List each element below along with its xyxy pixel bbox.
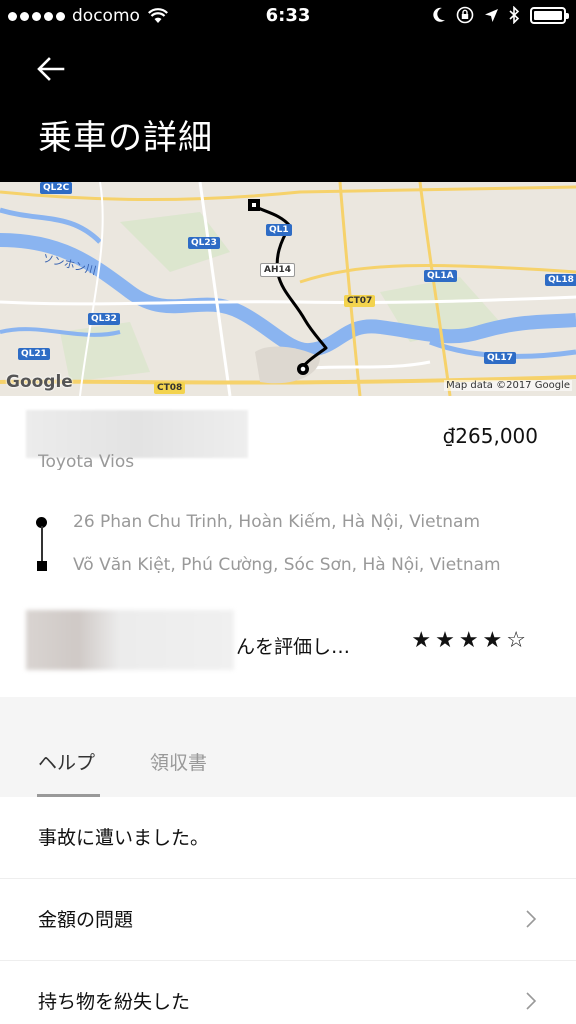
bluetooth-icon (509, 6, 520, 24)
google-logo: Google (6, 372, 73, 392)
road-label: QL18 (545, 274, 576, 286)
rating-prompt[interactable]: んを評価し… (236, 632, 350, 659)
chevron-right-icon (526, 992, 537, 1010)
driver-avatar-redacted (26, 610, 234, 670)
chevron-right-icon (526, 910, 537, 928)
road-label: QL1A (424, 270, 457, 282)
help-item-lost-item[interactable]: 持ち物を紛失した (0, 961, 576, 1024)
route-map[interactable]: QL2C QL1 QL23 AH14 QL1A QL18 CT07 QL32 Q… (0, 182, 576, 396)
header: 乗車の詳細 (0, 32, 576, 182)
map-attribution[interactable]: Map data ©2017 Google (444, 380, 572, 391)
list-item-label: 事故に遭いました。 (38, 827, 210, 849)
dropoff-square-icon (37, 561, 47, 571)
road-label: CT07 (344, 295, 376, 307)
road-label: QL17 (484, 352, 516, 364)
page-title: 乗車の詳細 (38, 118, 213, 158)
road-label: AH14 (260, 263, 296, 277)
road-label: QL32 (88, 313, 120, 325)
road-label: QL21 (18, 348, 50, 360)
tab-help[interactable]: ヘルプ (38, 748, 95, 775)
status-right (432, 6, 569, 24)
driver-name-redacted (26, 410, 248, 458)
rotation-lock-icon (456, 6, 474, 24)
star-rating[interactable]: ★★★★☆ (411, 628, 530, 653)
battery-icon (530, 6, 569, 24)
road-label: QL1 (266, 224, 292, 236)
pickup-address: 26 Phan Chu Trinh, Hoàn Kiếm, Hà Nội, Vi… (73, 512, 481, 532)
trip-fare: ₫265,000 (442, 424, 538, 448)
list-item-label: 持ち物を紛失した (38, 991, 191, 1013)
location-arrow-icon (485, 8, 498, 22)
route-connector (41, 526, 43, 564)
status-bar: docomo 6:33 (0, 0, 576, 32)
road-label: QL23 (188, 237, 220, 249)
help-item-fare-issue[interactable]: 金額の問題 (0, 879, 576, 961)
road-label: QL2C (40, 182, 73, 194)
moon-icon (433, 7, 445, 22)
list-item-label: 金額の問題 (38, 909, 134, 931)
road-label: CT08 (154, 382, 186, 394)
tabs-background (0, 697, 576, 797)
tab-receipt[interactable]: 領収書 (150, 748, 207, 775)
back-arrow-icon[interactable] (34, 52, 68, 86)
help-item-accident[interactable]: 事故に遭いました。 (0, 797, 576, 879)
vehicle-model: Toyota Vios (38, 452, 135, 470)
dropoff-address: Võ Văn Kiệt, Phú Cường, Sóc Sơn, Hà Nội,… (73, 555, 501, 575)
